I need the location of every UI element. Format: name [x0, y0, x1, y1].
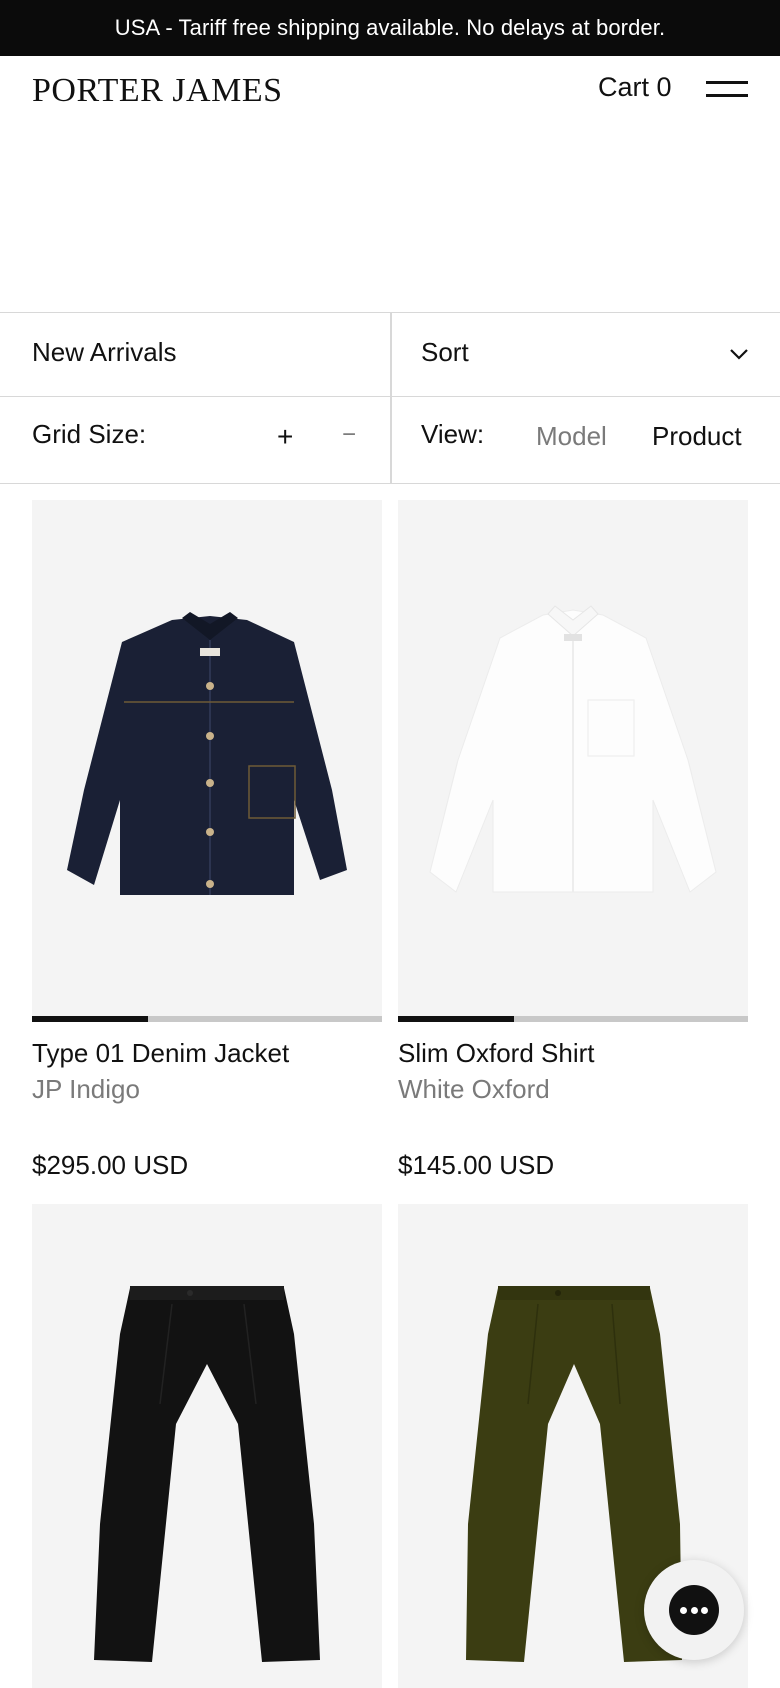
chevron-down-icon[interactable]: [728, 343, 750, 365]
black-trousers-image[interactable]: [32, 1204, 382, 1688]
logo[interactable]: PORTER JAMES: [32, 72, 283, 110]
oxford-shirt-icon: [429, 605, 717, 893]
view-label: View:: [421, 419, 485, 449]
chat-icon[interactable]: [644, 1560, 744, 1660]
denim-jacket-image[interactable]: [32, 500, 382, 1016]
product-price: $295.00 USD: [32, 1150, 189, 1180]
image-carousel-progress-fill: [32, 1016, 148, 1022]
product-color: JP Indigo: [32, 1074, 140, 1104]
image-carousel-progress: [32, 1016, 382, 1022]
sort-dropdown[interactable]: Sort: [421, 337, 469, 368]
black-trousers-icon: [94, 1286, 320, 1662]
grid-plus-button[interactable]: +: [277, 421, 293, 453]
oxford-shirt-image[interactable]: [398, 500, 748, 1016]
announcement-bar: USA - Tariff free shipping available. No…: [0, 0, 780, 56]
filter-divider: [390, 313, 392, 396]
hamburger-icon[interactable]: [706, 78, 750, 100]
cart-link[interactable]: Cart 0: [598, 72, 672, 103]
product-name[interactable]: Slim Oxford Shirt: [398, 1038, 595, 1069]
collection-dropdown[interactable]: New Arrivals: [32, 337, 176, 368]
announcement-text: USA - Tariff free shipping available. No…: [114, 15, 666, 40]
chat-bubble: [669, 1585, 719, 1635]
product-name[interactable]: Type 01 Denim Jacket: [32, 1038, 289, 1069]
filter-row-bottom: Grid Size: + − View: Model Product: [0, 397, 780, 483]
image-carousel-progress-fill: [398, 1016, 514, 1022]
site-header: PORTER JAMES Cart 0: [0, 56, 780, 126]
filter-row-top: New Arrivals Sort: [0, 313, 780, 397]
image-carousel-progress: [398, 1016, 748, 1022]
product-color: White Oxford: [398, 1074, 550, 1104]
grid-minus-button[interactable]: −: [342, 421, 356, 449]
grid-size-label: Grid Size:: [32, 419, 147, 449]
view-model-toggle[interactable]: Model: [536, 421, 607, 452]
collection-filters: New Arrivals Sort Grid Size: + − View: M…: [0, 312, 780, 484]
product-price: $145.00 USD: [398, 1150, 555, 1180]
view-product-toggle[interactable]: Product: [652, 421, 742, 452]
denim-jacket-icon: [67, 612, 347, 895]
filter-divider: [390, 397, 392, 483]
